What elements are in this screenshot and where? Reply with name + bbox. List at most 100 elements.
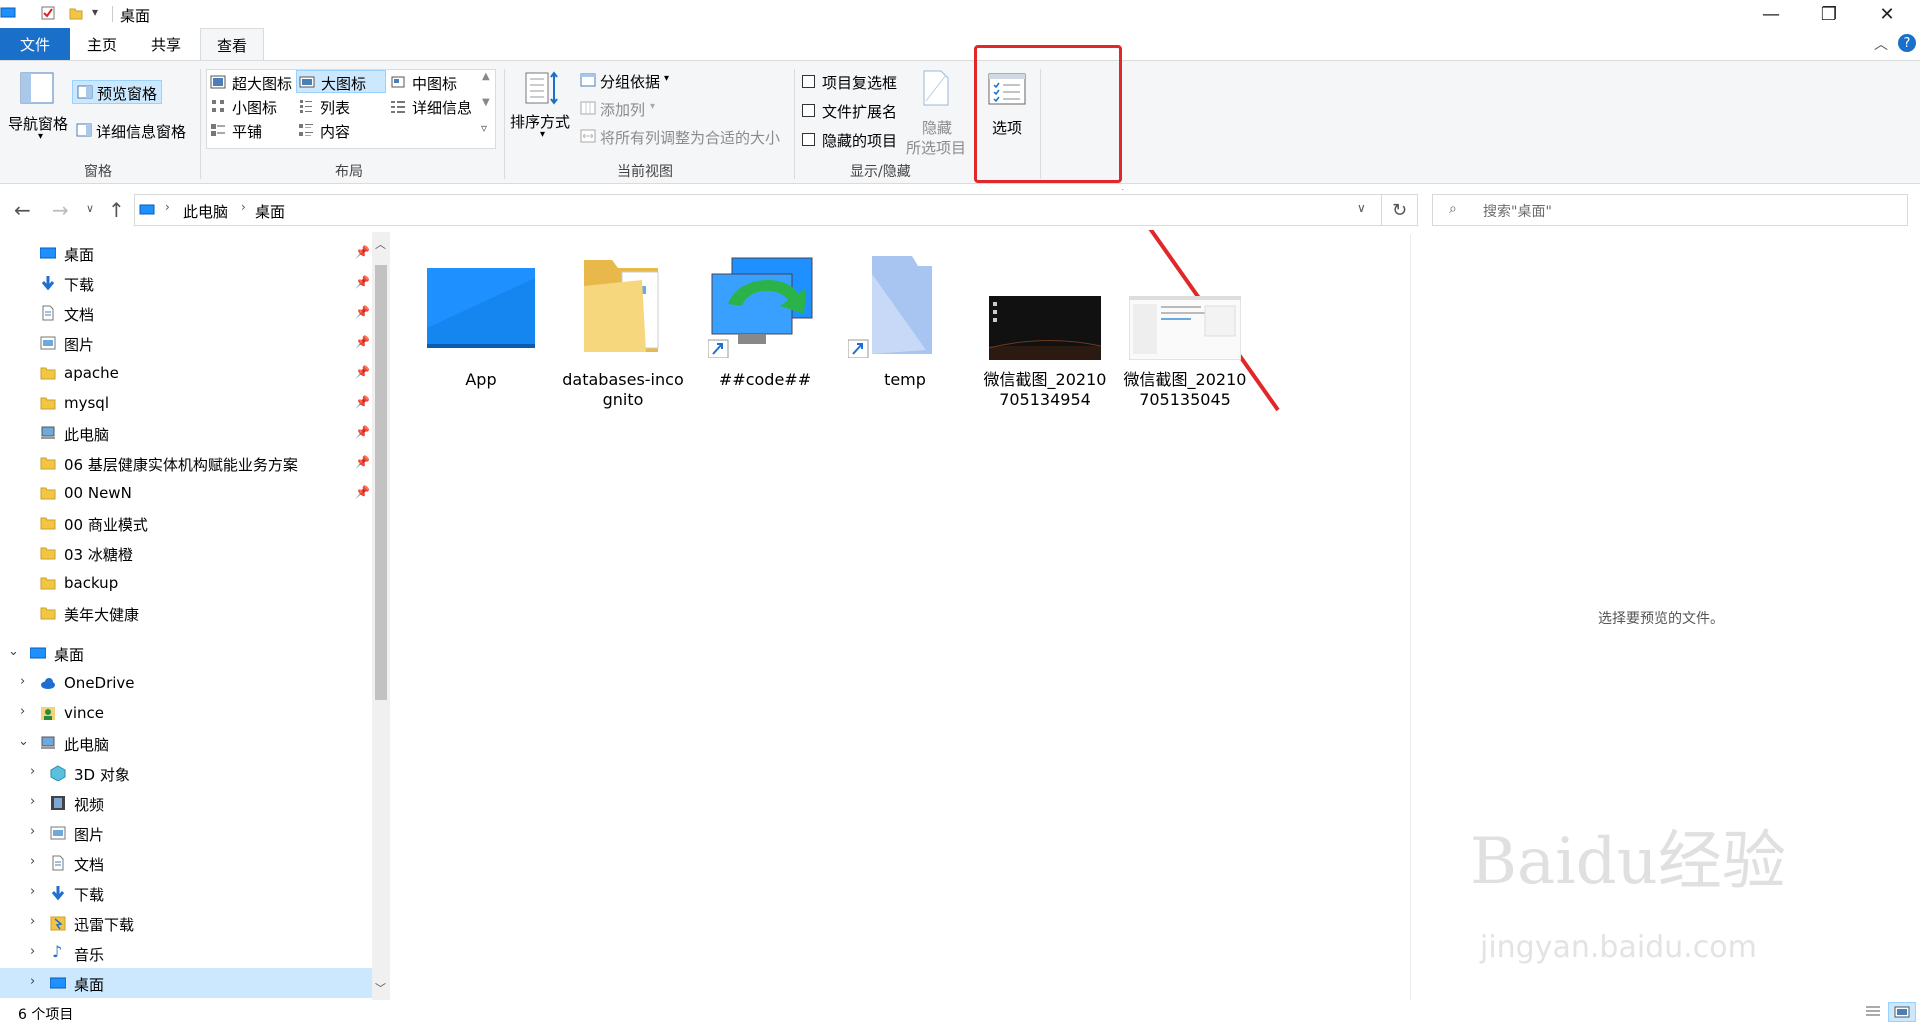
tree-item-videos[interactable]: › 视频 [0,788,372,818]
tree-item-music[interactable]: › ♪ 音乐 [0,938,372,968]
this-pc-icon [41,426,55,439]
breadcrumb-this-pc[interactable]: 此电脑 [183,201,228,222]
sidebar-scrollbar-thumb[interactable] [375,265,387,700]
sidebar-item-mysql[interactable]: mysql 📌 [0,388,372,418]
expand-chevron-icon[interactable]: › [20,704,25,719]
sidebar-item-downloads[interactable]: 下载 📌 [0,268,372,298]
collapse-chevron-icon[interactable]: ⌄ [18,734,29,749]
item-checkboxes-checkbox[interactable] [802,75,815,88]
breadcrumb-separator-icon[interactable]: › [165,200,170,214]
breadcrumb-desktop[interactable]: 桌面 [255,201,285,222]
details-pane-button[interactable]: 详细信息窗格 [72,119,192,143]
medium-icons-option[interactable]: 中图标 [388,71,478,93]
address-bar[interactable]: › 此电脑 › 桌面 ∨ [134,194,1382,226]
sidebar-item-meinian[interactable]: 美年大健康 [0,598,372,628]
file-extensions-option[interactable]: 文件扩展名 [800,100,910,122]
new-folder-icon[interactable] [68,5,84,21]
address-dropdown-icon[interactable]: ∨ [1357,201,1366,215]
file-item-databases-incognito[interactable]: databases-incognito [558,250,688,440]
hidden-items-option[interactable]: 隐藏的项目 [800,129,910,151]
customize-quick-access-icon[interactable]: ▾ [92,5,98,19]
expand-chevron-icon[interactable]: › [20,674,25,689]
sidebar-item-newn[interactable]: 00 NewN 📌 [0,478,372,508]
file-extensions-checkbox[interactable] [802,104,815,117]
sidebar-item-orange[interactable]: 03 冰糖橙 [0,538,372,568]
expand-chevron-icon[interactable]: › [30,914,35,929]
tree-item-documents[interactable]: › 文档 [0,848,372,878]
expand-chevron-icon[interactable]: › [30,944,35,959]
breadcrumb-separator-icon[interactable]: › [241,200,246,214]
tree-item-desktop-root[interactable]: ⌄ 桌面 [0,638,372,668]
tree-item-3d-objects[interactable]: › 3D 对象 [0,758,372,788]
gallery-scroll-up-icon[interactable]: ▲ [482,71,490,82]
expand-chevron-icon[interactable]: › [30,794,35,809]
sidebar-item-desktop[interactable]: 桌面 📌 [0,238,372,268]
expand-chevron-icon[interactable]: › [30,764,35,779]
restore-button[interactable]: ❐ [1800,0,1858,28]
sidebar-item-folder-06[interactable]: 06 基层健康实体机构赋能业务方案 📌 [0,448,372,478]
group-separator [504,69,505,179]
tree-item-onedrive[interactable]: › OneDrive [0,668,372,698]
minimize-ribbon-icon[interactable]: ︿ [1874,34,1888,54]
tab-home[interactable]: 主页 [70,28,134,60]
file-item-app[interactable]: App [416,250,546,440]
expand-chevron-icon[interactable]: › [30,854,35,869]
pin-icon: 📌 [355,425,370,439]
details-option[interactable]: 详细信息 [388,95,478,117]
small-icons-option[interactable]: 小图标 [208,95,296,117]
item-checkboxes-option[interactable]: 项目复选框 [800,71,910,93]
tree-item-pictures[interactable]: › 图片 [0,818,372,848]
up-arrow-icon[interactable]: ↑ [108,198,125,222]
sidebar-item-backup[interactable]: backup [0,568,372,598]
file-item-temp[interactable]: temp [840,250,970,440]
tab-file[interactable]: 文件 [0,28,70,60]
document-icon [52,855,64,871]
forward-arrow-icon[interactable]: → [52,198,69,222]
content-option[interactable]: 内容 [296,119,386,141]
tiles-option[interactable]: 平铺 [208,119,296,141]
list-option[interactable]: 列表 [296,95,386,117]
expand-chevron-icon[interactable]: › [30,884,35,899]
collapse-chevron-icon[interactable]: ⌄ [8,644,19,659]
refresh-button[interactable]: ↻ [1382,194,1418,226]
sidebar-item-business-model[interactable]: 00 商业模式 [0,508,372,538]
file-item-screenshot-1[interactable]: 微信截图_20210705134954 [980,250,1110,440]
large-icons-option[interactable]: 大图标 [296,70,386,93]
tree-item-xunlei-downloads[interactable]: › 迅雷下载 [0,908,372,938]
sidebar-item-documents[interactable]: 文档 📌 [0,298,372,328]
recent-locations-icon[interactable]: ∨ [86,202,94,215]
scroll-up-icon[interactable]: ︿ [375,236,386,252]
expand-chevron-icon[interactable]: › [30,824,35,839]
back-arrow-icon[interactable]: ← [14,198,31,222]
gallery-more-icon[interactable]: ▿ [481,121,487,135]
file-item-screenshot-2[interactable]: 微信截图_20210705135045 [1120,250,1250,440]
gallery-scroll-down-icon[interactable]: ▼ [482,97,490,108]
file-name: temp [884,370,926,389]
file-item-code[interactable]: ##code## [700,250,830,440]
sort-by-button[interactable]: 排序方式 ▾ [510,67,574,147]
tree-item-desktop-selected[interactable]: › 桌面 [0,968,372,998]
navigation-pane-button[interactable]: 导航窗格 ▾ [8,69,76,149]
group-by-button[interactable]: 分组依据 ▾ [578,69,678,91]
close-button[interactable]: ✕ [1858,0,1916,28]
large-icons-view-toggle[interactable] [1888,1002,1916,1022]
help-icon[interactable]: ? [1898,34,1916,52]
search-box[interactable]: ⌕ 搜索"桌面" [1432,194,1908,226]
tree-item-vince[interactable]: › vince [0,698,372,728]
tree-item-this-pc[interactable]: ⌄ 此电脑 [0,728,372,758]
sidebar-item-pictures[interactable]: 图片 📌 [0,328,372,358]
preview-pane-button[interactable]: 预览窗格 [72,80,162,104]
sidebar-item-this-pc[interactable]: 此电脑 📌 [0,418,372,448]
hidden-items-checkbox[interactable] [802,133,815,146]
minimize-button[interactable]: — [1742,0,1800,28]
properties-icon[interactable] [40,5,56,21]
tab-view[interactable]: 查看 [200,28,264,61]
sidebar-item-apache[interactable]: apache 📌 [0,358,372,388]
details-view-toggle-icon[interactable] [1864,1004,1882,1020]
scroll-down-icon[interactable]: ﹀ [375,980,386,996]
expand-chevron-icon[interactable]: › [30,974,35,989]
extra-large-icons-option[interactable]: 超大图标 [208,71,296,93]
folder-icon [40,367,56,380]
tree-item-downloads[interactable]: › 下载 [0,878,372,908]
tab-share[interactable]: 共享 [134,28,198,60]
